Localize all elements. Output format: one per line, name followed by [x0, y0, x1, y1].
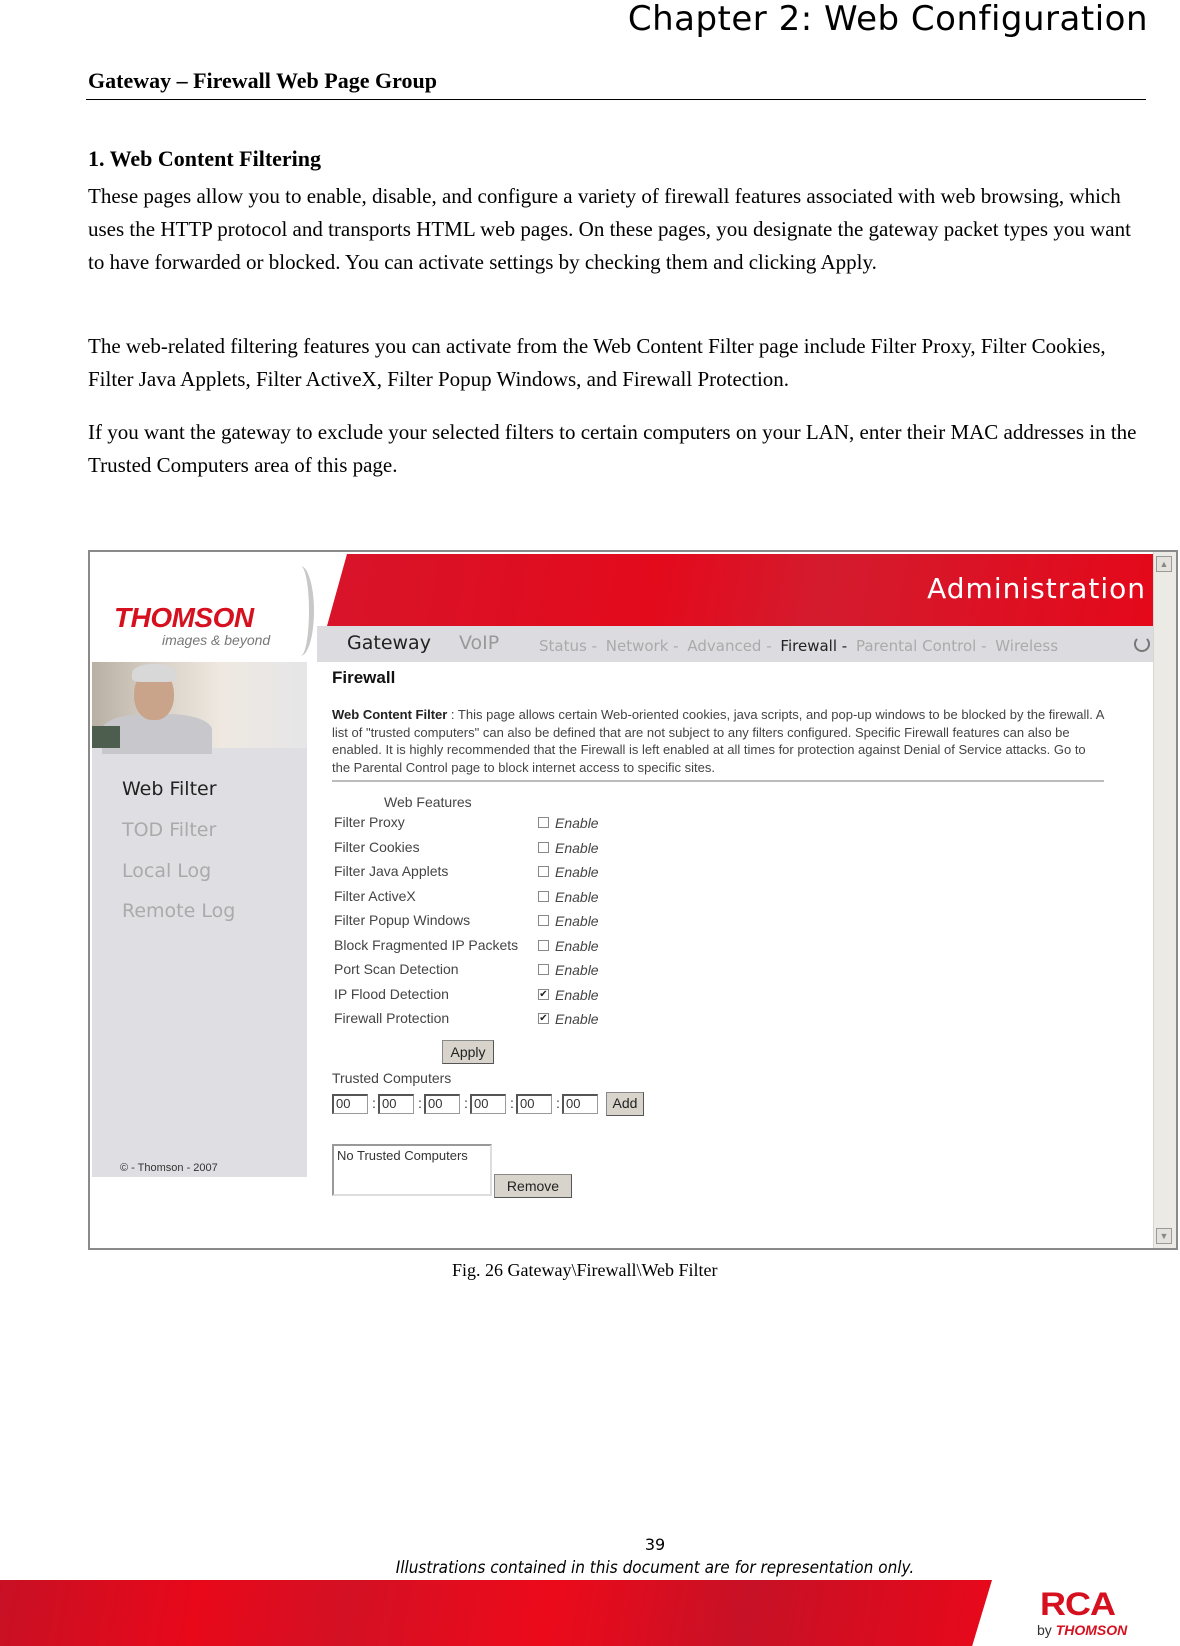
feature-label: Filter Proxy [334, 814, 405, 830]
web-features-heading: Web Features [384, 794, 472, 810]
feature-row: Filter Proxy Enable [334, 814, 614, 836]
feature-row: Port Scan Detection Enable [334, 961, 614, 983]
feature-row: Filter Popup Windows Enable [334, 912, 614, 934]
feature-label: Filter Cookies [334, 838, 420, 855]
sidebar-item-tod-filter[interactable]: TOD Filter [122, 819, 216, 841]
header-banner: Administration [327, 554, 1154, 626]
description-label: Web Content Filter [332, 707, 448, 722]
feature-label: IP Flood Detection [334, 985, 449, 1002]
sub-heading: 1. Web Content Filtering [88, 146, 322, 171]
add-button[interactable]: Add [606, 1092, 644, 1116]
feature-checkbox[interactable]: ✔ [538, 1013, 549, 1024]
page-number: 39 [644, 1535, 666, 1554]
feature-checkbox[interactable] [538, 841, 549, 853]
subnav-wireless[interactable]: Wireless [995, 637, 1058, 655]
thomson-logo: THOMSON [114, 602, 254, 633]
feature-label: Filter ActiveX [334, 887, 416, 904]
admin-page: THOMSON images & beyond Administration G… [92, 554, 1154, 1246]
rca-logo: RCA [1040, 1585, 1116, 1622]
sidebar-photo [92, 662, 307, 754]
feature-label: Filter Popup Windows [334, 912, 471, 928]
mac-octet-6[interactable]: 00 [562, 1094, 598, 1114]
footer-band [0, 1580, 992, 1646]
enable-label: Enable [555, 1011, 599, 1027]
figure-screenshot: THOMSON images & beyond Administration G… [88, 550, 1178, 1250]
vertical-scrollbar[interactable]: ▲ ▼ [1153, 552, 1176, 1248]
paragraph-intro: These pages allow you to enable, disable… [88, 184, 1131, 274]
nav-voip[interactable]: VoIP [459, 632, 499, 654]
mac-octet-3[interactable]: 00 [424, 1094, 460, 1114]
enable-label: Enable [555, 888, 599, 905]
feature-row: Filter Java Applets Enable [334, 863, 614, 885]
section-heading: Gateway – Firewall Web Page Group [88, 68, 437, 93]
feature-checkbox[interactable] [538, 939, 549, 951]
thomson-logo-area: THOMSON images & beyond [92, 554, 327, 662]
section-divider [86, 99, 1146, 100]
page-title: Firewall [332, 668, 396, 687]
mac-octet-5[interactable]: 00 [516, 1094, 552, 1114]
apply-button[interactable]: Apply [442, 1040, 494, 1064]
main-content: Firewall Web Content Filter : This page … [332, 662, 1152, 1246]
feature-label: Filter Java Applets [334, 863, 449, 879]
feature-checkbox[interactable] [538, 866, 549, 877]
subnav-status[interactable]: Status - [539, 637, 597, 655]
enable-label: Enable [555, 815, 599, 831]
trusted-computers-list[interactable]: No Trusted Computers [332, 1144, 492, 1196]
feature-row: Filter ActiveX Enable [334, 888, 614, 910]
mac-octet-4[interactable]: 00 [470, 1094, 506, 1114]
feature-checkbox[interactable] [538, 890, 549, 902]
chapter-title: Chapter 2: Web Configuration [627, 0, 1148, 39]
scroll-down-icon[interactable]: ▼ [1156, 1228, 1172, 1244]
description-divider [332, 780, 1104, 782]
scroll-up-icon[interactable]: ▲ [1156, 556, 1172, 572]
sidebar-item-remote-log[interactable]: Remote Log [122, 900, 235, 922]
rca-by-thomson: by THOMSON [1037, 1622, 1128, 1638]
enable-label: Enable [555, 839, 599, 856]
feature-checkbox[interactable] [538, 964, 549, 975]
feature-label: Block Fragmented IP Packets [334, 936, 519, 953]
copyright: © - Thomson - 2007 [120, 1162, 218, 1174]
sidebar-item-web-filter[interactable]: Web Filter [122, 778, 217, 800]
feature-checkbox[interactable] [538, 817, 549, 828]
thomson-tagline: images & beyond [162, 632, 271, 648]
subnav-advanced[interactable]: Advanced - [687, 637, 771, 655]
paragraph-features: The web-related filtering features you c… [88, 334, 1106, 391]
feature-row: Filter Cookies Enable [334, 839, 614, 861]
disclaimer: Illustrations contained in this document… [395, 1558, 915, 1578]
page-description: Web Content Filter : This page allows ce… [332, 707, 1104, 775]
enable-label: Enable [555, 864, 599, 880]
nav-gateway[interactable]: Gateway [347, 632, 431, 654]
mac-octet-1[interactable]: 00 [332, 1094, 368, 1114]
subnav-parental-control[interactable]: Parental Control - [856, 637, 987, 655]
paragraph-trusted: If you want the gateway to exclude your … [88, 420, 1137, 477]
banner-title: Administration [927, 572, 1146, 605]
mac-octet-2[interactable]: 00 [378, 1094, 414, 1114]
feature-row: IP Flood Detection ✔ Enable [334, 986, 614, 1008]
enable-label: Enable [555, 937, 599, 954]
logo-swoosh-icon [287, 566, 314, 656]
sidebar: Web Filter TOD Filter Local Log Remote L… [92, 662, 307, 1177]
enable-label: Enable [555, 913, 599, 929]
feature-label: Port Scan Detection [334, 961, 459, 977]
feature-label: Firewall Protection [334, 1010, 450, 1026]
figure-caption: Fig. 26 Gateway\Firewall\Web Filter [452, 1260, 718, 1280]
enable-label: Enable [555, 962, 599, 978]
remove-button[interactable]: Remove [494, 1174, 572, 1198]
loading-spinner-icon [1134, 636, 1150, 652]
nav-bar: Gateway VoIP Status - Network - Advanced… [317, 626, 1154, 662]
feature-row: Firewall Protection ✔ Enable [334, 1010, 614, 1032]
feature-checkbox[interactable]: ✔ [538, 988, 549, 1000]
subnav-firewall[interactable]: Firewall - [780, 637, 847, 655]
sub-nav: Status - Network - Advanced - Firewall -… [539, 637, 1062, 655]
enable-label: Enable [555, 986, 599, 1003]
trusted-computers-label: Trusted Computers [332, 1070, 452, 1086]
sidebar-item-local-log[interactable]: Local Log [122, 860, 211, 882]
subnav-network[interactable]: Network - [606, 637, 679, 655]
feature-checkbox[interactable] [538, 915, 549, 926]
feature-row: Block Fragmented IP Packets Enable [334, 937, 614, 959]
